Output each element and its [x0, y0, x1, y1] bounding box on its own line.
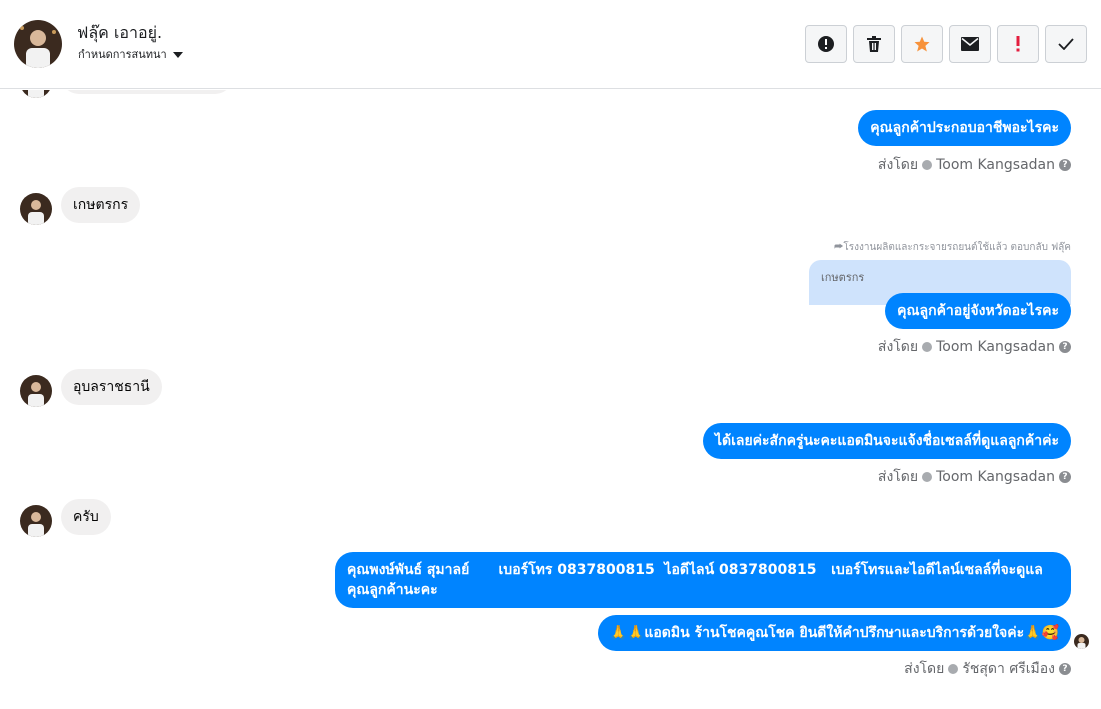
contact-avatar-small: [20, 375, 52, 407]
sent-by-info: ส่งโดย Toom Kangsadan ?: [878, 154, 1071, 176]
mark-spam-button[interactable]: [805, 25, 847, 63]
outgoing-message[interactable]: คุณลูกค้าประกอบอาชีพอะไรคะ: [858, 110, 1071, 146]
sent-by-info: ส่งโดย Toom Kangsadan ?: [878, 336, 1071, 358]
sender-name[interactable]: Toom Kangsadan: [936, 339, 1055, 355]
sender-name[interactable]: Toom Kangsadan: [936, 157, 1055, 173]
conversation-header: ฟลุ๊ค เอาอยู่. กำหนดการสนทนา: [0, 0, 1101, 89]
help-icon[interactable]: ?: [1059, 159, 1071, 171]
message-line: คุณลูกค้านะคะ: [347, 582, 438, 598]
sent-check-icon: [922, 342, 933, 352]
exclamation-icon: [1016, 36, 1020, 52]
sent-by-info: ส่งโดย รัชสุดา ศรีเมือง ?: [904, 658, 1071, 680]
contact-name[interactable]: ฟลุ๊ค เอาอยู่.: [77, 21, 162, 46]
sent-by-label: ส่งโดย: [877, 469, 919, 485]
incoming-message[interactable]: เกษตรกร: [61, 187, 141, 223]
star-icon: [914, 36, 930, 52]
sent-by-info: ส่งโดย Toom Kangsadan ?: [878, 466, 1071, 488]
caret-down-icon: [172, 51, 183, 58]
help-icon[interactable]: ?: [1059, 341, 1071, 353]
seen-avatar: [1074, 634, 1089, 649]
sent-by-label: ส่งโดย: [904, 661, 945, 677]
sender-name[interactable]: รัชสุดา ศรีเมือง: [962, 658, 1055, 680]
incoming-message[interactable]: อุบลราชธานี: [61, 369, 162, 405]
outgoing-message[interactable]: 🙏🙏แอดมิน ร้านโชคคูณโชค ยินดีให้คำปรึกษาแ…: [597, 615, 1071, 651]
contact-avatar-small: [20, 90, 52, 98]
reply-meta-text: โรงงานผลิตและกระจายรถยนต์ใช้แล้ว ตอบกลับ…: [843, 242, 1071, 253]
alert-circle-icon: [818, 36, 834, 52]
mark-unread-button[interactable]: [949, 25, 991, 63]
message-line: คุณพงษ์พันธ์ สุมาลย์ เบอร์โทร 0837800815…: [347, 562, 1043, 578]
outgoing-message[interactable]: ได้เลยค่ะสักครู่นะคะแอดมินจะแจ้งชื่อเซลล…: [702, 423, 1071, 459]
message-thread[interactable]: คุณลูกค้าประกอบอาชีพอะไรคะ ส่งโดย Toom K…: [0, 90, 1101, 709]
assign-conversation-dropdown[interactable]: กำหนดการสนทนา: [78, 45, 183, 63]
contact-avatar[interactable]: [14, 20, 62, 68]
sent-check-icon: [922, 472, 933, 482]
sent-check-icon: [922, 160, 933, 170]
trash-icon: [867, 36, 881, 52]
reply-arrow-icon: ⮫: [834, 242, 844, 253]
reply-meta: ⮫โรงงานผลิตและกระจายรถยนต์ใช้แล้ว ตอบกลั…: [834, 240, 1071, 255]
star-button[interactable]: [901, 25, 943, 63]
outgoing-message[interactable]: คุณลูกค้าอยู่จังหวัดอะไรคะ: [885, 293, 1071, 329]
checkmark-icon: [1058, 38, 1074, 50]
contact-avatar-small: [20, 193, 52, 225]
mark-done-button[interactable]: [1045, 25, 1087, 63]
sent-check-icon: [948, 664, 959, 674]
incoming-message-cropped: [61, 90, 233, 94]
assign-conversation-label: กำหนดการสนทนา: [78, 48, 167, 61]
envelope-icon: [961, 37, 979, 51]
contact-avatar-small: [20, 505, 52, 537]
sender-name[interactable]: Toom Kangsadan: [936, 469, 1055, 485]
sent-by-label: ส่งโดย: [877, 339, 919, 355]
sent-by-label: ส่งโดย: [877, 157, 919, 173]
incoming-message[interactable]: ครับ: [61, 499, 111, 535]
outgoing-message-multiline[interactable]: คุณพงษ์พันธ์ สุมาลย์ เบอร์โทร 0837800815…: [335, 552, 1071, 608]
delete-button[interactable]: [853, 25, 895, 63]
help-icon[interactable]: ?: [1059, 471, 1071, 483]
follow-up-button[interactable]: [997, 25, 1039, 63]
help-icon[interactable]: ?: [1059, 663, 1071, 675]
